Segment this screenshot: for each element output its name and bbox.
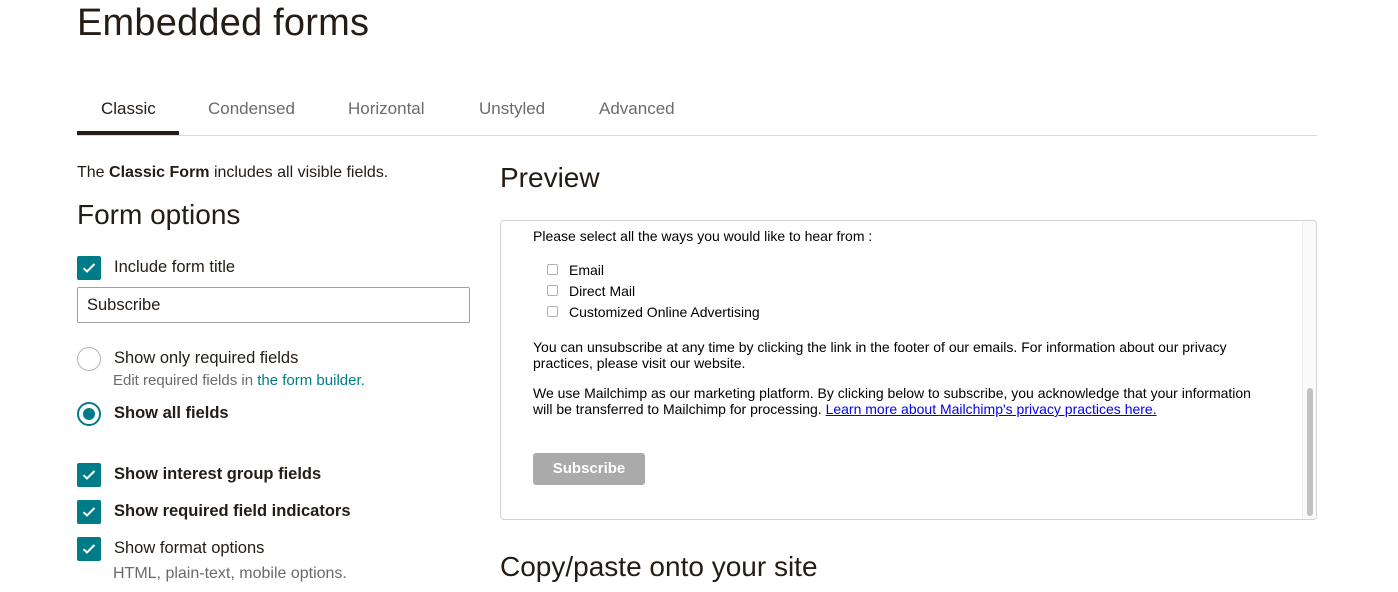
preview-scrollbar-thumb[interactable]: [1307, 388, 1313, 516]
format-options-hint: HTML, plain-text, mobile options.: [113, 565, 347, 582]
checkmark-icon: [82, 507, 96, 517]
tab-classic[interactable]: Classic: [101, 99, 156, 119]
preview-subscribe-button[interactable]: Subscribe: [533, 453, 645, 485]
preview-advertising-checkbox[interactable]: [547, 306, 558, 317]
interest-groups-checkbox[interactable]: [77, 463, 101, 487]
required-fields-hint: Edit required fields in the form builder…: [113, 372, 365, 389]
preview-option-direct-mail: Direct Mail: [569, 283, 636, 299]
required-indicators-label: Show required field indicators: [114, 502, 351, 520]
tab-unstyled[interactable]: Unstyled: [479, 99, 545, 119]
preview-scrollbar[interactable]: [1302, 221, 1316, 519]
preview-email-checkbox[interactable]: [547, 264, 558, 275]
format-options-checkbox[interactable]: [77, 537, 101, 561]
show-required-label: Show only required fields: [114, 349, 299, 367]
show-all-label: Show all fields: [114, 404, 229, 422]
tab-horizontal[interactable]: Horizontal: [348, 99, 425, 119]
include-title-checkbox[interactable]: [77, 256, 101, 280]
active-tab-indicator: [77, 131, 179, 135]
format-options-label: Show format options: [114, 539, 265, 557]
show-all-radio[interactable]: [77, 402, 101, 426]
form-name: Classic Form: [109, 164, 210, 181]
checkmark-icon: [82, 544, 96, 554]
required-indicators-checkbox[interactable]: [77, 500, 101, 524]
platform-text-line2: will be transferred to Mailchimp for pro…: [533, 401, 1157, 417]
privacy-practices-link[interactable]: Learn more about Mailchimp's privacy pra…: [826, 401, 1157, 417]
form-options-heading: Form options: [77, 199, 241, 230]
preview-question: Please select all the ways you would lik…: [533, 228, 873, 244]
copy-paste-heading: Copy/paste onto your site: [500, 551, 818, 582]
form-title-input[interactable]: [77, 287, 470, 323]
preview-option-advertising: Customized Online Advertising: [569, 304, 760, 320]
preview-direct-mail-checkbox[interactable]: [547, 285, 558, 296]
form-builder-link[interactable]: the form builder.: [257, 372, 365, 389]
include-title-label: Include form title: [114, 258, 236, 276]
unsubscribe-text-line2: practices, please visit our website.: [533, 355, 746, 371]
show-required-radio[interactable]: [77, 347, 101, 371]
form-description: The Classic Form includes all visible fi…: [77, 164, 389, 181]
platform-text-line1: We use Mailchimp as our marketing platfo…: [533, 385, 1251, 401]
tab-condensed[interactable]: Condensed: [208, 99, 295, 119]
tab-advanced[interactable]: Advanced: [599, 99, 675, 119]
page-title: Embedded forms: [77, 2, 370, 44]
interest-groups-label: Show interest group fields: [114, 465, 322, 483]
form-type-tabs: Classic Condensed Horizontal Unstyled Ad…: [77, 86, 1317, 136]
form-preview: Please select all the ways you would lik…: [500, 220, 1317, 520]
checkmark-icon: [82, 263, 96, 273]
preview-option-email: Email: [569, 262, 605, 278]
unsubscribe-text-line1: You can unsubscribe at any time by click…: [533, 339, 1227, 355]
checkmark-icon: [82, 470, 96, 480]
preview-heading: Preview: [500, 162, 600, 193]
